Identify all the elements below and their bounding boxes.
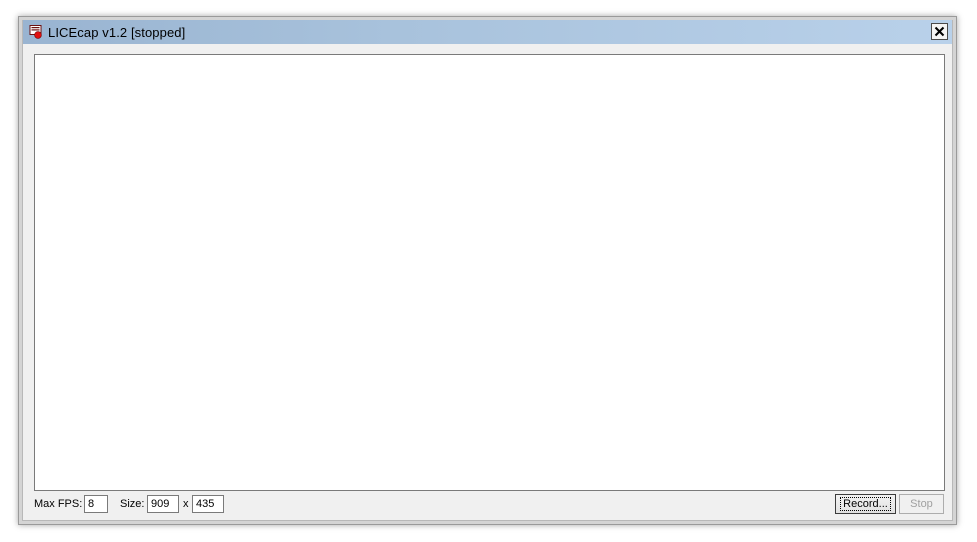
record-button[interactable]: Record...: [835, 494, 896, 514]
close-icon: [934, 26, 945, 37]
size-height-input[interactable]: 435: [192, 495, 224, 513]
stop-button[interactable]: Stop: [899, 494, 944, 514]
size-separator: x: [183, 498, 189, 510]
licecap-icon: [29, 25, 43, 39]
licecap-window: LICEcap v1.2 [stopped] Max FPS: 8 Size: …: [18, 16, 957, 525]
size-width-input[interactable]: 909: [147, 495, 179, 513]
control-bar: Max FPS: 8 Size: 909 x 435 Record... Sto…: [34, 494, 944, 516]
capture-area[interactable]: [34, 54, 945, 491]
desktop: LICEcap v1.2 [stopped] Max FPS: 8 Size: …: [0, 0, 977, 542]
stop-button-label: Stop: [910, 498, 933, 510]
max-fps-label: Max FPS:: [34, 498, 83, 510]
size-label: Size:: [120, 498, 145, 510]
window-title: LICEcap v1.2 [stopped]: [48, 24, 186, 40]
title-bar[interactable]: LICEcap v1.2 [stopped]: [23, 20, 952, 44]
max-fps-input[interactable]: 8: [84, 495, 108, 513]
record-button-label: Record...: [840, 497, 891, 511]
close-button[interactable]: [931, 23, 948, 40]
